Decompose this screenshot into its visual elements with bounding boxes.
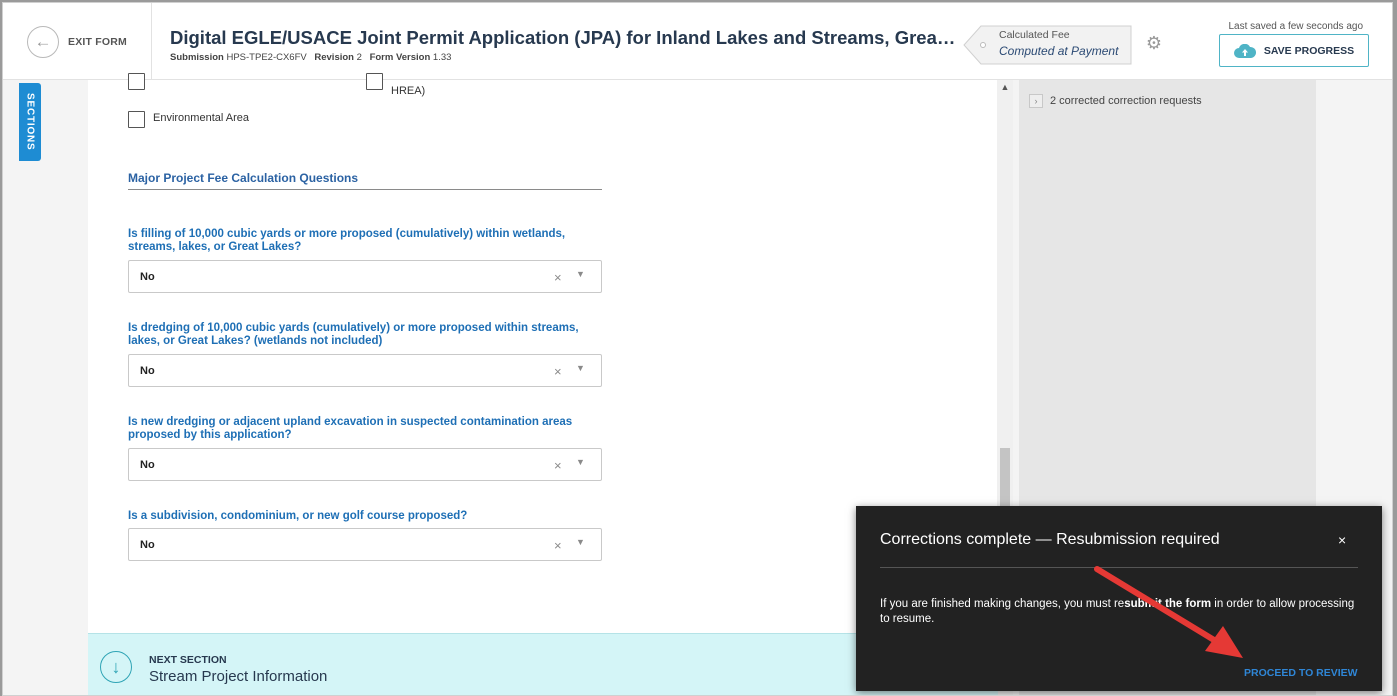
chevron-down-icon[interactable]: ▼ [576,537,585,547]
annotation-arrow-icon [1094,566,1243,658]
checkbox[interactable] [128,111,145,128]
revision-number: 2 [356,52,362,63]
fee-label: Calculated Fee [999,29,1070,41]
chevron-down-icon[interactable]: ▼ [576,363,585,373]
question-label: Is filling of 10,000 cubic yards or more… [128,228,566,253]
checkbox-row-environmental-area[interactable]: Environmental Area [128,111,249,128]
save-progress-button[interactable]: SAVE PROGRESS [1219,34,1369,67]
question-select[interactable]: No × ▼ [128,354,602,387]
scroll-up-arrow-icon[interactable]: ▲ [997,82,1013,92]
last-saved-status: Last saved a few seconds ago [1228,21,1363,32]
checkbox-row-partial-left[interactable] [128,73,145,90]
question-label: Is new dredging or adjacent upland excav… [128,416,573,441]
submission-id: HPS-TPE2-CX6FV [226,52,307,63]
select-value: No [140,365,155,377]
app-window: ← EXIT FORM Digital EGLE/USACE Joint Per… [2,2,1393,696]
corrected-requests-label: 2 corrected correction requests [1050,95,1202,107]
select-value: No [140,459,155,471]
form-title: Digital EGLE/USACE Joint Permit Applicat… [170,27,960,48]
form-title-block: Digital EGLE/USACE Joint Permit Applicat… [170,27,960,63]
section-heading: Major Project Fee Calculation Questions [128,171,359,185]
checkbox-row-hrea[interactable]: HREA) [366,73,425,97]
clear-icon[interactable]: × [554,270,562,285]
revision-label: Revision [314,52,354,63]
clear-icon[interactable]: × [554,364,562,379]
clear-icon[interactable]: × [554,458,562,473]
arrow-left-icon: ← [27,25,59,58]
scrollbar-thumb[interactable] [1000,448,1010,514]
select-value: No [140,539,155,551]
question-select[interactable]: No × ▼ [128,528,602,561]
cloud-upload-icon [1233,43,1256,58]
exit-form-label: EXIT FORM [68,35,127,48]
clear-icon[interactable]: × [554,538,562,553]
checkbox[interactable] [128,73,145,90]
corrected-requests-item[interactable]: › 2 corrected correction requests [1029,94,1202,108]
checkbox-label: Environmental Area [153,112,249,124]
fee-value: Computed at Payment [999,44,1119,58]
chevron-right-icon[interactable]: › [1029,94,1043,108]
gear-icon[interactable]: ⚙ [1144,33,1164,53]
form-version-number: 1.33 [432,52,452,63]
form-meta: Submission HPS-TPE2-CX6FV Revision 2 For… [170,52,960,63]
checkbox-label: HREA) [391,85,426,97]
question-label: Is dredging of 10,000 cubic yards (cumul… [128,322,579,347]
arrow-down-icon: ↓ [100,651,132,683]
sections-tab[interactable]: SECTIONS [19,83,41,161]
section-divider [128,189,602,190]
chevron-down-icon[interactable]: ▼ [576,269,585,279]
form-version-label: Form Version [369,52,431,63]
exit-form-button[interactable]: ← EXIT FORM [3,3,152,80]
close-icon[interactable]: × [1338,532,1346,548]
next-section-label: NEXT SECTION [149,654,227,666]
question-label: Is a subdivision, condominium, or new go… [128,510,468,522]
form-header: ← EXIT FORM Digital EGLE/USACE Joint Per… [3,3,1392,80]
calculated-fee-badge: Calculated Fee Computed at Payment [963,25,1133,65]
chevron-down-icon[interactable]: ▼ [576,457,585,467]
checkbox[interactable] [366,73,383,90]
proceed-to-review-link[interactable]: PROCEED TO REVIEW [1244,667,1358,679]
select-value: No [140,271,155,283]
save-progress-label: SAVE PROGRESS [1263,44,1355,57]
next-section-title: Stream Project Information [149,668,328,685]
submission-label: Submission [170,52,224,63]
question-select[interactable]: No × ▼ [128,448,602,481]
question-select[interactable]: No × ▼ [128,260,602,293]
toast-title: Corrections complete — Resubmission requ… [880,531,1220,548]
